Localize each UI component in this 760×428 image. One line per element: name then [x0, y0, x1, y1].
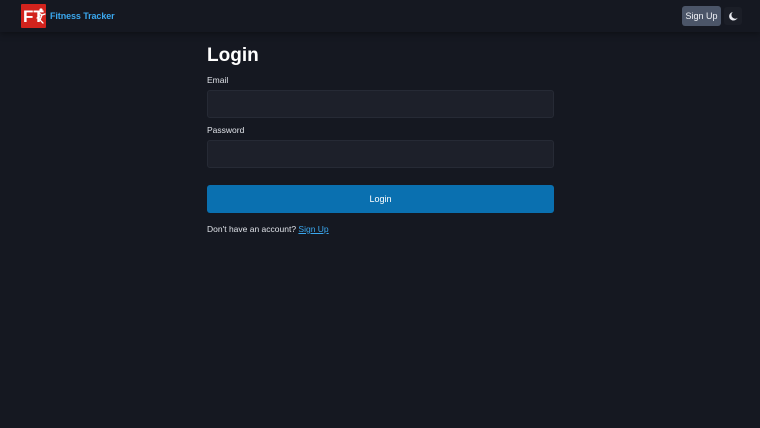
login-form: Login Email Password Login Don't have an…: [207, 44, 554, 235]
signup-prompt: Don't have an account? Sign Up: [207, 223, 554, 235]
email-input[interactable]: [207, 90, 554, 118]
signup-link[interactable]: Sign Up: [298, 224, 328, 234]
brand-name: Fitness Tracker: [50, 11, 115, 21]
logo-icon: FT: [21, 4, 46, 28]
page-title: Login: [207, 45, 259, 66]
signup-button[interactable]: Sign Up: [682, 6, 721, 26]
navbar: FT Fitness Tracker Sign Up: [0, 0, 760, 32]
email-label: Email: [207, 75, 229, 85]
brand-link[interactable]: FT Fitness Tracker: [21, 4, 115, 28]
login-button[interactable]: Login: [207, 185, 554, 213]
password-input[interactable]: [207, 140, 554, 168]
moon-icon: [728, 11, 738, 20]
theme-toggle-button[interactable]: [724, 7, 742, 25]
signup-prompt-text: Don't have an account?: [207, 224, 297, 234]
password-label: Password: [207, 125, 245, 135]
